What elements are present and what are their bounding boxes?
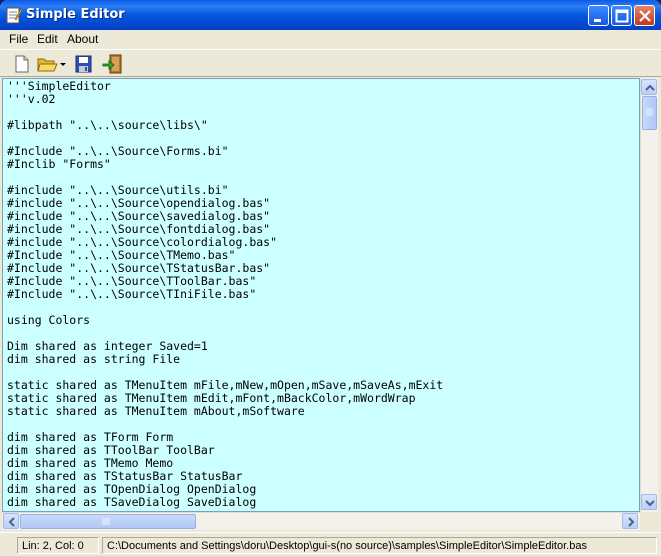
maximize-icon bbox=[615, 9, 629, 23]
window-title: Simple Editor bbox=[26, 7, 125, 22]
minimize-button[interactable] bbox=[588, 5, 609, 26]
editor-window: Simple Editor File Edit About '''SimpleE… bbox=[0, 0, 661, 556]
horizontal-scroll-thumb[interactable] bbox=[20, 514, 196, 529]
dropdown-arrow-icon bbox=[60, 63, 66, 66]
horizontal-scrollbar[interactable] bbox=[2, 512, 640, 530]
exit-icon bbox=[102, 54, 122, 74]
chevron-down-icon bbox=[645, 500, 655, 507]
minimize-icon bbox=[594, 19, 601, 22]
code-editor[interactable]: '''SimpleEditor '''v.02 #libpath "..\..\… bbox=[2, 78, 640, 512]
scroll-up-button[interactable] bbox=[641, 79, 657, 95]
scroll-down-button[interactable] bbox=[641, 494, 657, 510]
new-file-button[interactable] bbox=[12, 53, 32, 75]
menu-file[interactable]: File bbox=[9, 32, 28, 46]
toolbar bbox=[0, 49, 661, 77]
menu-bar: File Edit About bbox=[0, 30, 661, 49]
cursor-position: Lin: 2, Col: 0 bbox=[17, 537, 99, 554]
grip-icon bbox=[646, 108, 653, 116]
open-dropdown-button[interactable] bbox=[59, 53, 68, 75]
save-button[interactable] bbox=[73, 53, 93, 75]
close-icon bbox=[639, 10, 651, 22]
scrollbar-corner bbox=[640, 512, 657, 529]
app-icon bbox=[6, 7, 22, 24]
chevron-left-icon bbox=[8, 517, 15, 527]
title-bar[interactable]: Simple Editor bbox=[0, 0, 661, 30]
new-file-icon bbox=[15, 55, 29, 73]
chevron-right-icon bbox=[628, 517, 635, 527]
status-bar: Lin: 2, Col: 0 C:\Documents and Settings… bbox=[0, 532, 661, 556]
open-folder-icon bbox=[37, 58, 58, 72]
scroll-right-button[interactable] bbox=[622, 513, 638, 529]
menu-about[interactable]: About bbox=[67, 32, 98, 46]
maximize-button[interactable] bbox=[611, 5, 632, 26]
menu-edit[interactable]: Edit bbox=[37, 32, 58, 46]
open-file-button[interactable] bbox=[36, 53, 58, 75]
vertical-scrollbar[interactable] bbox=[640, 78, 658, 512]
save-icon bbox=[75, 55, 92, 73]
file-path: C:\Documents and Settings\doru\Desktop\g… bbox=[102, 537, 657, 554]
close-button[interactable] bbox=[634, 5, 655, 26]
editor-text[interactable]: '''SimpleEditor '''v.02 #libpath "..\..\… bbox=[7, 80, 443, 509]
grip-icon bbox=[102, 518, 110, 525]
exit-button[interactable] bbox=[102, 53, 124, 75]
scroll-left-button[interactable] bbox=[3, 513, 19, 529]
vertical-scroll-thumb[interactable] bbox=[642, 96, 657, 130]
chevron-up-icon bbox=[645, 84, 655, 91]
